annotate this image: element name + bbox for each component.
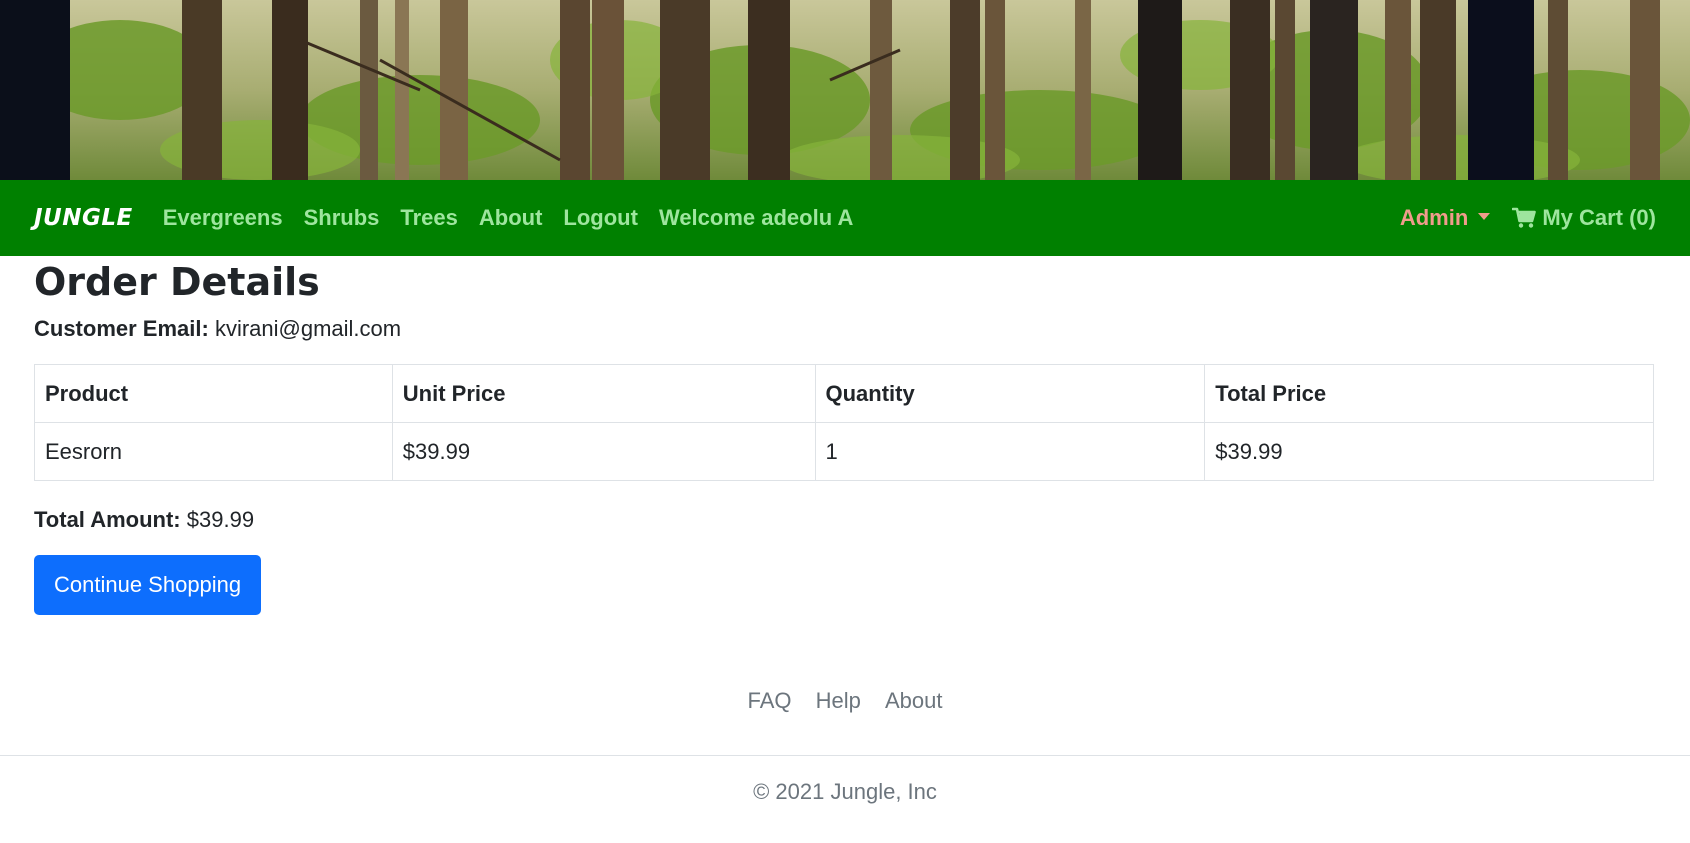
footer-link-help[interactable]: Help [816,688,861,713]
cell-unit-price: $39.99 [391,422,816,481]
nav-links: Evergreens Shrubs Trees About Logout Wel… [163,205,875,231]
nav-link-shrubs[interactable]: Shrubs [304,205,380,231]
cell-product: Eesrorn [34,422,393,481]
nav-link-about[interactable]: About [479,205,543,231]
shopping-cart-icon [1512,207,1537,229]
nav-link-evergreens[interactable]: Evergreens [163,205,283,231]
table-row: Eesrorn $39.99 1 $39.99 [34,422,1654,481]
hero-banner [0,0,1690,180]
column-header-quantity: Quantity [814,364,1206,423]
page-title: Order Details [34,260,320,304]
nav-link-welcome[interactable]: Welcome adeolu A [659,205,853,231]
footer-link-about[interactable]: About [885,688,943,713]
cart-label: My Cart (0) [1542,205,1656,230]
nav-link-trees[interactable]: Trees [400,205,458,231]
copyright: © 2021 Jungle, Inc [753,779,937,804]
nav-link-logout[interactable]: Logout [563,205,638,231]
customer-email: Customer Email: kvirani@gmail.com [34,314,1654,344]
forest-banner-image [0,0,1690,180]
cell-quantity: 1 [814,422,1206,481]
order-details-section: Order Details Customer Email: kvirani@gm… [34,256,1654,615]
footer-divider [0,755,1690,756]
admin-label: Admin [1399,205,1469,230]
footer-link-faq[interactable]: FAQ [747,688,791,713]
column-header-product: Product [34,364,393,423]
total-amount-label: Total Amount: [34,507,181,532]
admin-dropdown[interactable]: Admin [1399,205,1491,231]
cart-link[interactable]: My Cart (0) [1512,205,1656,231]
total-amount-value: $39.99 [186,507,255,532]
chevron-down-icon [1478,212,1491,220]
footer-links: FAQ Help About [0,688,1690,714]
column-header-total-price: Total Price [1204,364,1654,423]
customer-email-label: Customer Email: [34,316,209,341]
nav-right: Admin My Cart (0) [1400,205,1656,231]
column-header-unit-price: Unit Price [391,364,816,423]
continue-shopping-button[interactable]: Continue Shopping [34,555,262,615]
order-table: Product Unit Price Quantity Total Price … [34,364,1654,481]
brand-logo[interactable]: JUNGLE [34,205,133,231]
table-header-row: Product Unit Price Quantity Total Price [34,364,1654,423]
cell-total-price: $39.99 [1204,422,1654,481]
navbar: JUNGLE Evergreens Shrubs Trees About Log… [0,180,1690,256]
total-amount: Total Amount: $39.99 [34,505,1654,535]
customer-email-value: kvirani@gmail.com [214,316,402,341]
